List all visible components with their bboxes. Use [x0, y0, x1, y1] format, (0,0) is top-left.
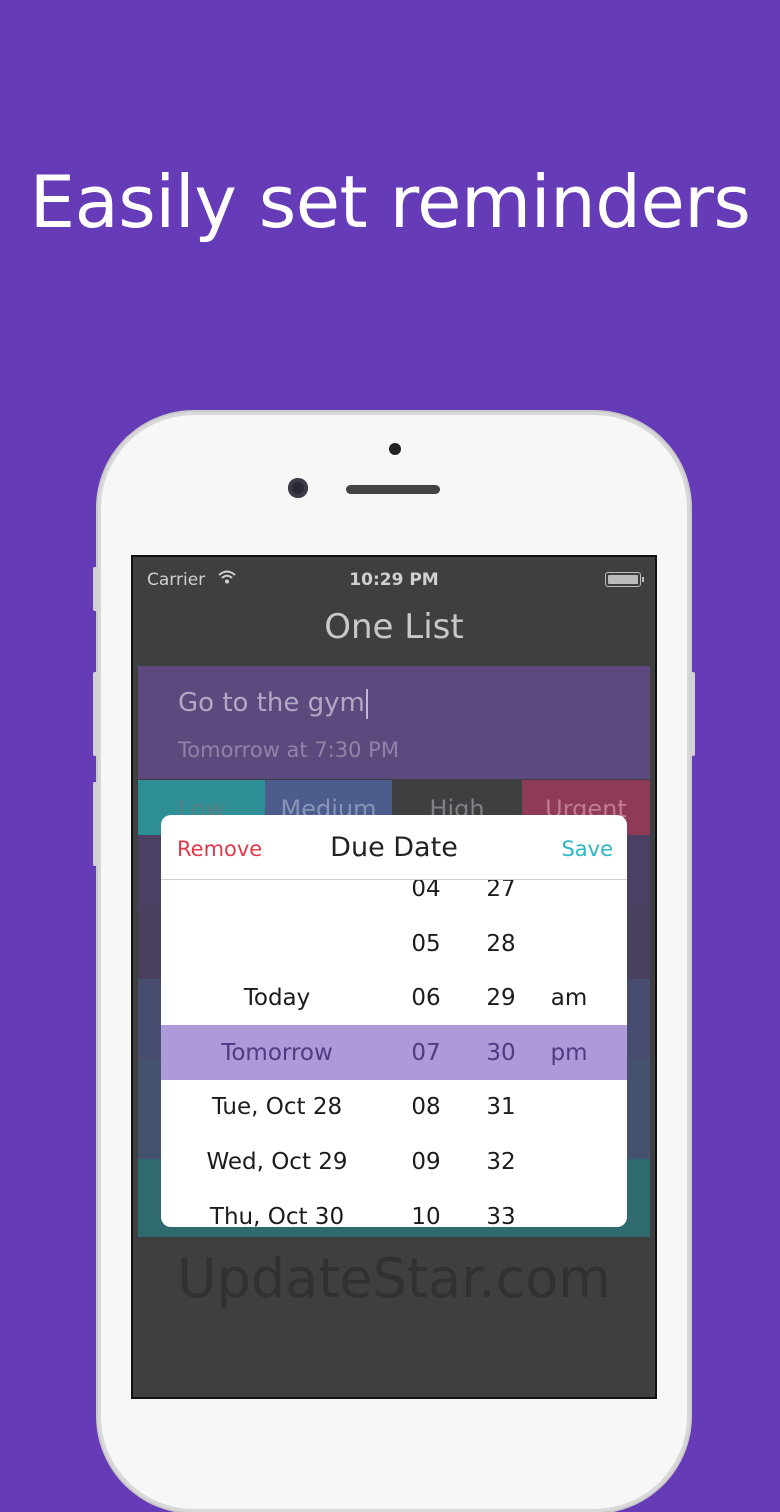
volume-down-button	[93, 782, 99, 866]
clock: 10:29 PM	[349, 570, 439, 590]
picker-hour-cell: 08	[411, 1094, 441, 1121]
due-date-dialog: Remove Due Date Save 04 27 05 28 Today 06 29 am…	[161, 815, 627, 1227]
task-title-text: Go to the gym	[178, 688, 365, 718]
picker-hour-cell: 10	[411, 1203, 441, 1227]
picker-minute-cell: 30	[486, 1039, 516, 1066]
picker-day-cell: Tomorrow	[221, 1039, 333, 1066]
app-title: One List	[324, 607, 464, 647]
picker-row[interactable]: 04 27	[161, 880, 627, 916]
picker-minute-cell: 31	[486, 1094, 516, 1121]
picker-row[interactable]: Tue, Oct 28 08 31	[161, 1080, 627, 1134]
picker-minute-cell: 33	[486, 1203, 516, 1227]
volume-up-button	[93, 672, 99, 756]
dialog-title: Due Date	[330, 832, 458, 863]
picker-day-cell: Today	[243, 985, 311, 1012]
picker-row[interactable]: Tomorrow 07 30 pm	[161, 1026, 627, 1080]
earpiece-speaker	[346, 485, 440, 494]
picker-row[interactable]: Thu, Oct 30 10 33	[161, 1190, 627, 1227]
picker-minute-cell: 32	[486, 1149, 516, 1175]
picker-day-cell: Thu, Oct 30	[209, 1203, 345, 1227]
picker-hour-cell: 07	[411, 1039, 441, 1066]
picker-hour-cell: 06	[411, 985, 441, 1012]
front-camera-icon	[288, 478, 308, 498]
picker-hour-cell: 04	[411, 880, 441, 902]
task-title-input[interactable]: Go to the gym	[178, 688, 368, 719]
picker-row[interactable]: Today 06 29 am	[161, 971, 627, 1025]
dialog-header: Remove Due Date Save	[161, 815, 627, 880]
headline: Easily set reminders	[29, 160, 751, 244]
picker-day-cell: Tue, Oct 28	[211, 1094, 343, 1121]
picker-day-cell: Wed, Oct 29	[206, 1149, 348, 1175]
power-button	[689, 672, 695, 756]
text-cursor	[365, 688, 368, 719]
battery-icon	[605, 572, 644, 587]
mute-switch	[93, 567, 99, 611]
picker-hour-cell: 05	[411, 930, 441, 957]
date-time-picker[interactable]: 04 27 05 28 Today 06 29 am Tomorrow 07 30 pm Tue, Oc…	[161, 880, 627, 1227]
watermark: UpdateStar.com	[177, 1247, 611, 1310]
task-due-label: Tomorrow at 7:30 PM	[178, 738, 399, 762]
picker-ampm-cell: pm	[550, 1039, 588, 1066]
task-card[interactable]: Go to the gym Tomorrow at 7:30 PM	[138, 666, 650, 779]
picker-row[interactable]: Wed, Oct 29 09 32	[161, 1135, 627, 1189]
picker-row[interactable]: 05 28	[161, 917, 627, 971]
save-button[interactable]: Save	[561, 837, 613, 861]
picker-minute-cell: 29	[486, 985, 516, 1012]
status-bar: Carrier 10:29 PM	[133, 557, 655, 601]
picker-minute-cell: 28	[486, 930, 516, 957]
picker-ampm-cell: am	[550, 985, 588, 1012]
picker-minute-cell: 27	[486, 880, 516, 902]
picker-hour-cell: 09	[411, 1149, 441, 1175]
proximity-sensor	[389, 443, 401, 455]
